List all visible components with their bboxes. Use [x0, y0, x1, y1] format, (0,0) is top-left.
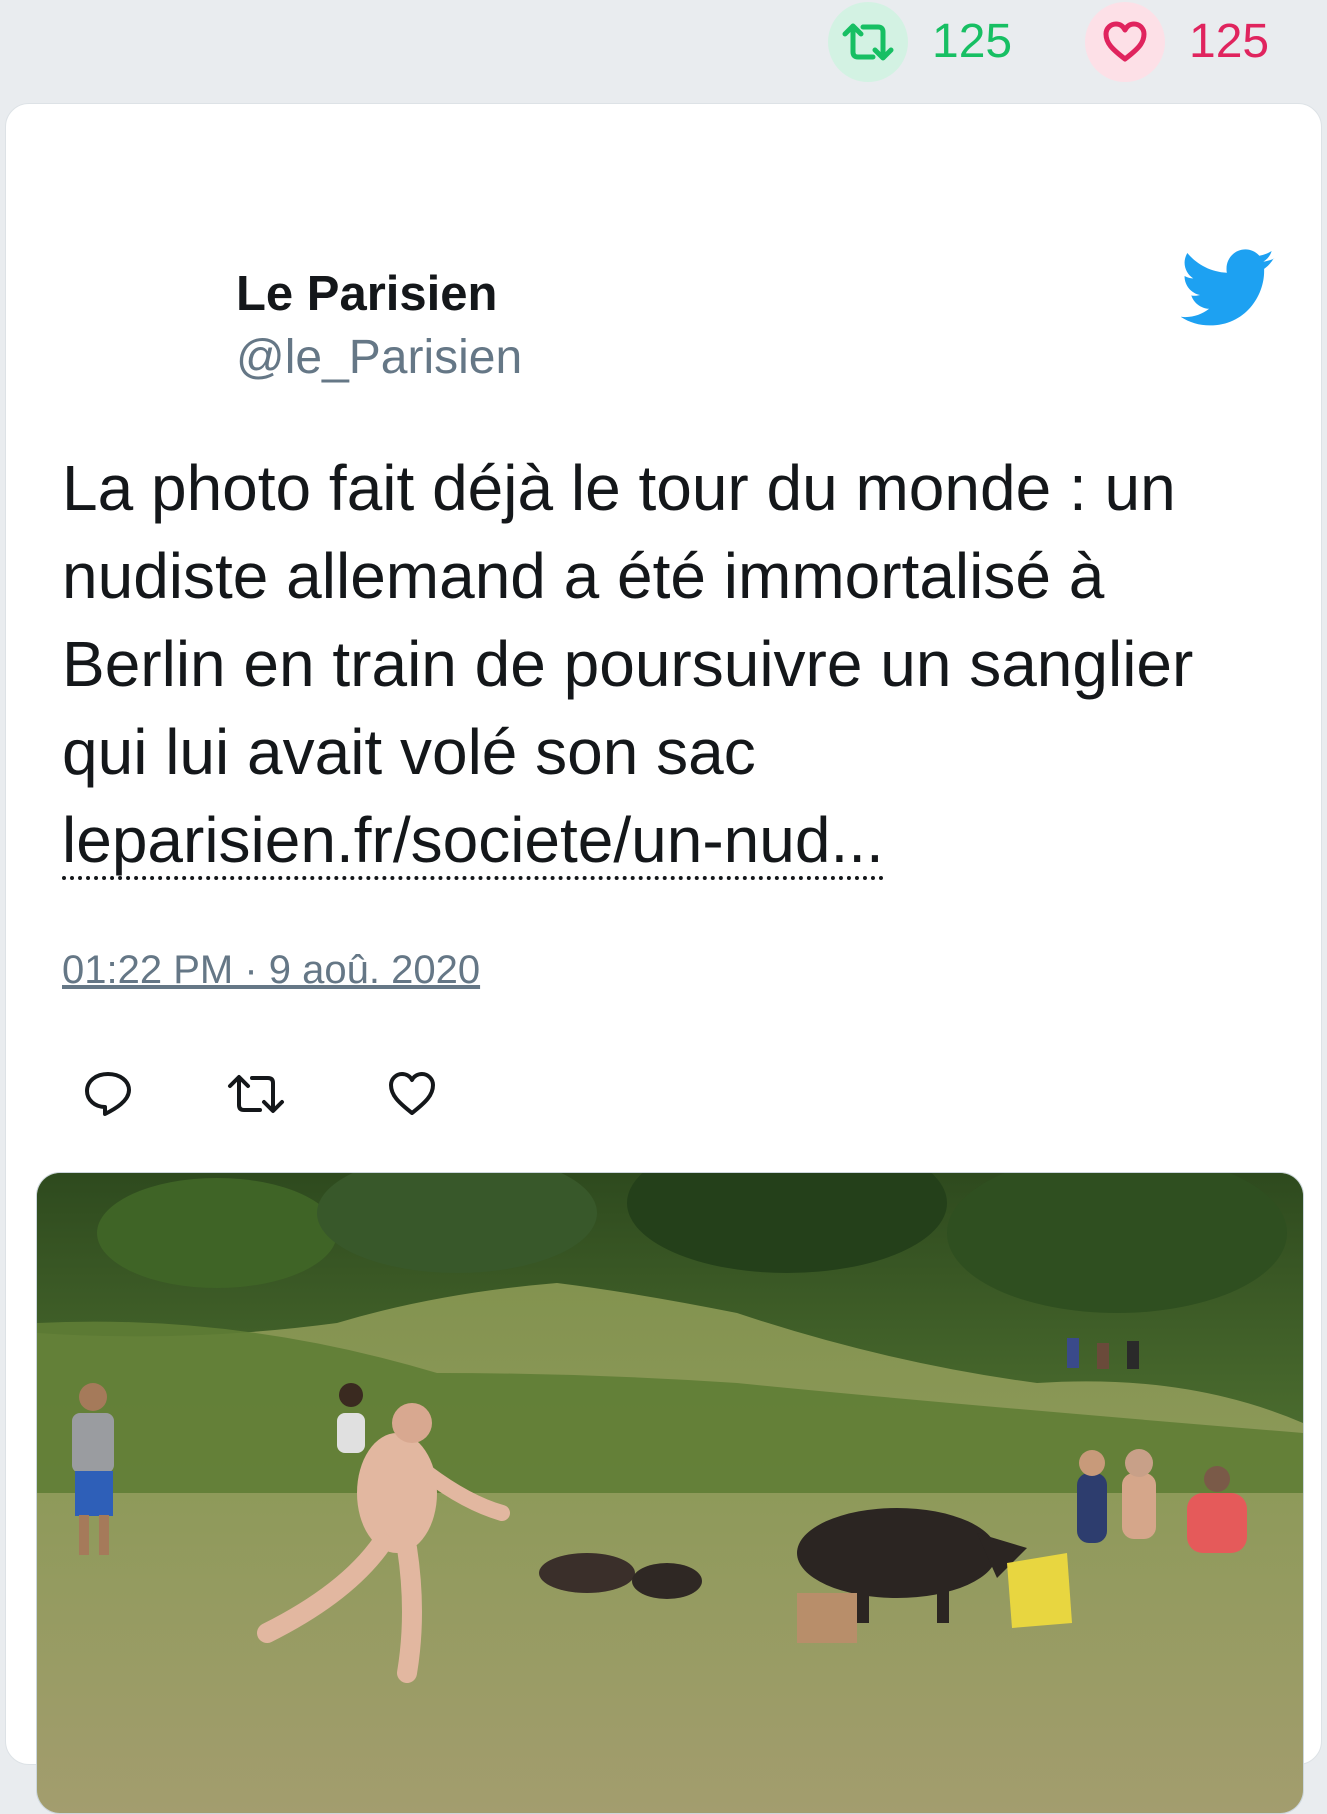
author-handle[interactable]: @le_Parisien [236, 334, 522, 382]
tweet-text: La photo fait déjà le tour du monde : un… [62, 444, 1277, 884]
retweet-icon[interactable] [828, 2, 908, 82]
reply-icon[interactable] [78, 1064, 138, 1124]
like-count: 125 [1189, 15, 1270, 68]
tweet-body: La photo fait déjà le tour du monde : un… [62, 452, 1194, 788]
twitter-bird-icon[interactable] [1180, 249, 1276, 329]
author-name[interactable]: Le Parisien [236, 270, 497, 319]
retweet-stat[interactable]: 125 [828, 0, 1012, 84]
tweet-card: Le Parisien @le_Parisien La photo fait d… [5, 103, 1322, 1814]
top-stats-bar: 125 125 [0, 0, 1327, 100]
tweet-timestamp[interactable]: 01:22 PM · 9 aoû. 2020 [62, 950, 480, 990]
avatar[interactable] [61, 159, 191, 289]
retweet-count: 125 [932, 15, 1013, 68]
tweet-photo[interactable] [36, 1172, 1304, 1814]
retweet-action-icon[interactable] [226, 1064, 286, 1124]
like-stat[interactable]: 125 [1085, 0, 1269, 84]
heart-action-icon[interactable] [382, 1064, 442, 1124]
article-link[interactable]: leparisien.fr/societe/un-nud... [62, 804, 884, 880]
heart-icon[interactable] [1085, 2, 1165, 82]
